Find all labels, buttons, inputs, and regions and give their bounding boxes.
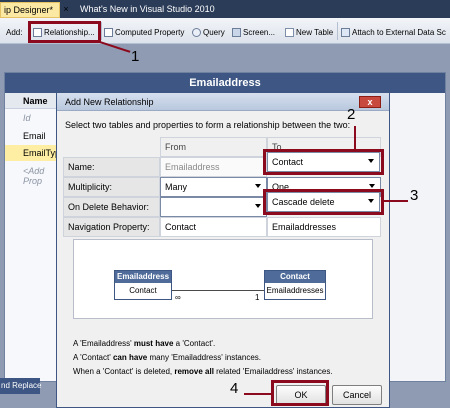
diagram-entity-property: Contact <box>129 286 157 295</box>
callout-highlight-3 <box>263 189 384 215</box>
new-table-label: New Table <box>296 27 334 37</box>
query-button[interactable]: Query <box>192 25 225 39</box>
delete-behavior-row-label: On Delete Behavior: <box>63 197 160 217</box>
chevron-down-icon <box>255 184 261 188</box>
query-icon <box>192 27 201 37</box>
dialog-title: Add New Relationship <box>65 97 154 107</box>
description-line-3: When a 'Contact' is deleted, remove all … <box>73 367 333 376</box>
callout-leader-3 <box>384 200 408 202</box>
new-table-button[interactable]: New Table <box>285 25 333 39</box>
close-icon[interactable]: x <box>359 96 381 108</box>
diagram-entity-emailaddress: Emailaddress Contact <box>114 270 172 300</box>
name-row-label: Name: <box>63 157 160 177</box>
database-icon <box>341 27 350 37</box>
tab-whats-new[interactable]: What's New in Visual Studio 2010 <box>76 2 219 17</box>
relationship-connector <box>172 290 264 291</box>
chevron-down-icon <box>369 184 375 188</box>
table-icon <box>285 27 294 37</box>
from-table-name: Emailaddress <box>160 157 267 177</box>
screen-button[interactable]: Screen... <box>232 25 275 39</box>
computed-property-button[interactable]: Computed Property <box>104 25 184 39</box>
tab-relationship-designer[interactable]: ip Designer* <box>0 2 60 18</box>
description-line-1: A 'Emailaddress' must have a 'Contact'. <box>73 339 216 348</box>
from-multiplicity-dropdown[interactable]: Many <box>160 177 267 197</box>
multiplicity-row-label: Multiplicity: <box>63 177 160 197</box>
designer-title: Emailaddress <box>5 73 445 93</box>
diagram-entity-title: Emailaddress <box>115 271 171 283</box>
query-label: Query <box>203 27 225 37</box>
from-multiplicity-marker: ∞ <box>175 293 181 302</box>
close-icon[interactable]: × <box>61 3 71 15</box>
description-line-2: A 'Contact' can have many 'Emailaddress'… <box>73 353 261 362</box>
diagram-entity-contact: Contact Emailaddresses <box>264 270 326 300</box>
computed-property-label: Computed Property <box>115 27 185 37</box>
callout-leader-2 <box>354 126 356 150</box>
from-navigation-property[interactable]: Contact <box>160 217 267 237</box>
attach-external-data-button[interactable]: Attach to External Data Sc <box>341 25 446 39</box>
navigation-row-label: Navigation Property: <box>63 217 160 237</box>
computed-property-icon <box>104 27 113 37</box>
callout-highlight-2 <box>263 149 384 175</box>
screen-label: Screen... <box>243 27 276 37</box>
relationship-diagram: Emailaddress Contact ∞ 1 Contact Emailad… <box>73 239 373 319</box>
callout-number-2: 2 <box>347 106 356 123</box>
attach-external-data-label: Attach to External Data Sc <box>352 27 446 37</box>
document-tab-strip: ip Designer* × What's New in Visual Stud… <box>0 0 450 18</box>
toolbar-separator <box>337 22 338 40</box>
chevron-down-icon <box>255 204 261 208</box>
to-navigation-property[interactable]: Emailaddresses <box>267 217 381 237</box>
diagram-entity-title: Contact <box>265 271 325 283</box>
screen-icon <box>232 27 241 37</box>
callout-number-1: 1 <box>131 48 140 65</box>
column-header-from: From <box>160 137 267 157</box>
toolbar-separator <box>101 22 102 40</box>
dialog-instruction: Select two tables and properties to form… <box>65 120 351 130</box>
callout-leader-4 <box>244 393 271 395</box>
from-delete-behavior-dropdown[interactable] <box>160 197 267 217</box>
to-multiplicity-marker: 1 <box>255 293 260 302</box>
callout-number-4: 4 <box>230 380 239 397</box>
callout-highlight-4 <box>271 380 329 406</box>
dialog-titlebar: Add New Relationship x <box>57 93 389 111</box>
find-replace-tab[interactable]: nd Replace <box>0 378 41 394</box>
diagram-entity-property: Emailaddresses <box>266 286 324 295</box>
from-multiplicity-value: Many <box>165 182 188 192</box>
callout-highlight-1 <box>28 21 101 43</box>
toolbar-add-label: Add: <box>6 27 23 37</box>
cancel-button[interactable]: Cancel <box>332 385 382 405</box>
add-new-relationship-dialog: Add New Relationship x Select two tables… <box>56 92 390 408</box>
callout-number-3: 3 <box>410 187 419 204</box>
